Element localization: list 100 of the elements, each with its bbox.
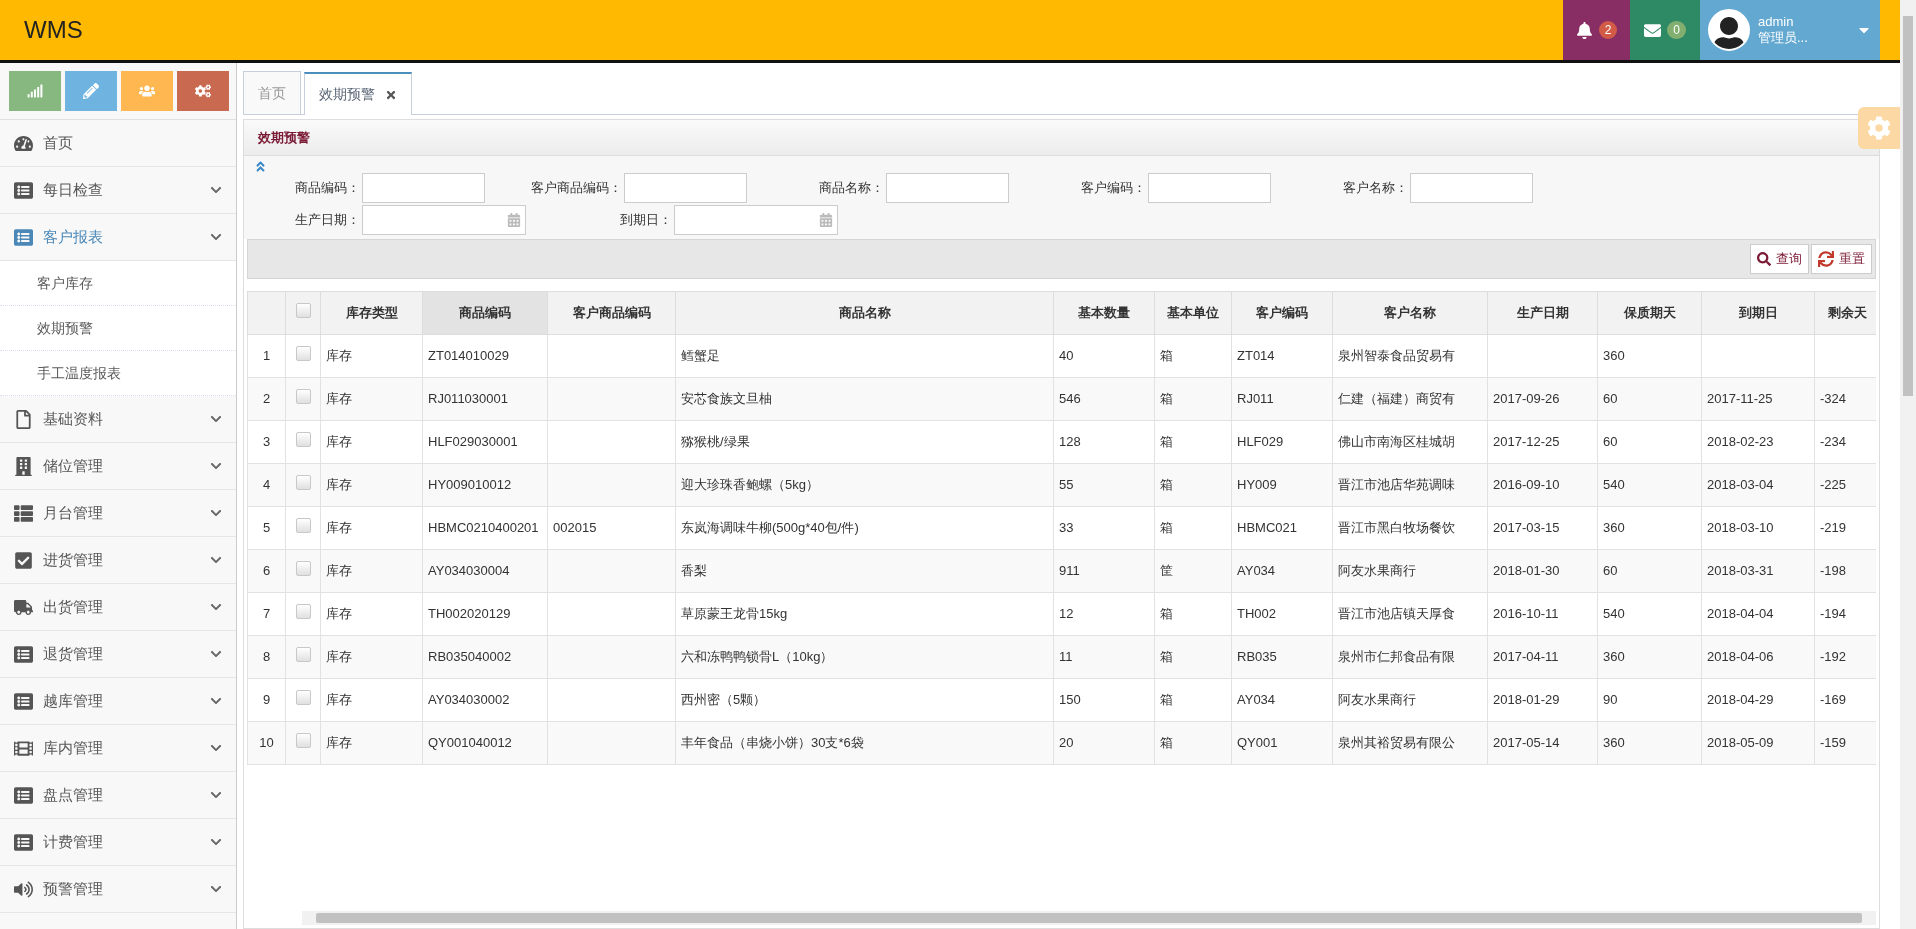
table-cell: 60	[1597, 377, 1702, 421]
table-row[interactable]: 3 库存 HLF029030001 猕猴桃/绿果 128 箱 HLF029 佛山市南海区桂城胡 2017-12-25 60 2018-02-23 -234	[247, 420, 1876, 464]
search-button[interactable]: 查询	[1750, 244, 1809, 274]
sidebar-subitem[interactable]: 客户库存	[0, 261, 236, 306]
table-cell: 库存	[320, 678, 423, 722]
sidebar-item[interactable]: 盘点管理	[0, 772, 236, 819]
filter-input[interactable]	[362, 173, 485, 203]
checkbox[interactable]	[295, 689, 311, 705]
table-cell: RB035040002	[422, 635, 548, 679]
table-cell: 150	[1053, 678, 1155, 722]
chevron-icon	[210, 648, 222, 660]
sidebar-item[interactable]: 储位管理	[0, 443, 236, 490]
user-name: admin	[1758, 14, 1794, 30]
checkbox[interactable]	[295, 732, 311, 748]
sidebar-item[interactable]: 预警管理	[0, 866, 236, 913]
sidebar-item[interactable]: 退货管理	[0, 631, 236, 678]
reset-button[interactable]: 重置	[1811, 244, 1872, 274]
search-icon	[1757, 252, 1771, 266]
filter-label: 商品编码：	[294, 179, 361, 198]
settings-button[interactable]	[1858, 107, 1900, 149]
chevron-icon	[210, 460, 222, 472]
filter-input[interactable]	[1148, 173, 1271, 203]
checkbox[interactable]	[295, 646, 311, 662]
shortcut-button[interactable]	[121, 71, 173, 111]
column-header[interactable]: 库存类型	[320, 291, 423, 335]
table-cell: 泉州市仁邦食品有限	[1332, 635, 1488, 679]
close-icon[interactable]	[385, 88, 397, 101]
sidebar-subitem[interactable]: 效期预警	[0, 306, 236, 351]
table-cell: 猕猴桃/绿果	[675, 420, 1054, 464]
table-row[interactable]: 4 库存 HY009010012 迎大珍珠香鲍螺（5kg） 55 箱 HY009 晋江市池店华苑调味 2016-09-10 540 2018-03-04 -225	[247, 463, 1876, 507]
checkbox[interactable]	[295, 603, 311, 619]
tab[interactable]: 效期预警	[304, 72, 412, 115]
column-header[interactable]: 商品编码	[422, 291, 548, 335]
table-cell: 60	[1597, 549, 1702, 593]
table-row[interactable]: 1 库存 ZT014010029 鳕蟹足 40 箱 ZT014 泉州智泰食品贸易有 360	[247, 334, 1876, 378]
column-header[interactable]: 商品名称	[675, 291, 1054, 335]
sidebar-label: 储位管理	[43, 455, 103, 476]
table-cell: 2016-09-10	[1487, 463, 1598, 507]
chevron-icon	[210, 789, 222, 801]
settings-icon	[1867, 116, 1891, 140]
table-cell: 2017-03-15	[1487, 506, 1598, 550]
table-cell: 2018-04-29	[1701, 678, 1815, 722]
sidebar-subitem[interactable]: 手工温度报表	[0, 351, 236, 396]
checkbox[interactable]	[295, 474, 311, 490]
chevron-icon	[210, 184, 222, 196]
filter-input[interactable]	[624, 173, 747, 203]
table-row[interactable]: 10 库存 QY001040012 丰年食品（串烧小饼）30支*6袋 20 箱 QY001 泉州其裕贸易有限公 2017-05-14 360 2018-05-09 -159	[247, 721, 1876, 765]
shortcut-button[interactable]	[177, 71, 229, 111]
sidebar-item[interactable]: 首页	[0, 120, 236, 167]
sidebar-item[interactable]: 出货管理	[0, 584, 236, 631]
table-cell: 2018-03-04	[1701, 463, 1815, 507]
sidebar-label: 月台管理	[43, 502, 103, 523]
column-header[interactable]: 基本数量	[1053, 291, 1155, 335]
sidebar-item[interactable]: 进货管理	[0, 537, 236, 584]
pencil-icon	[83, 83, 99, 99]
checkbox[interactable]	[295, 560, 311, 576]
table-cell: TH002	[1231, 592, 1333, 636]
chevron-icon	[210, 413, 222, 425]
date-field[interactable]	[362, 205, 526, 235]
column-header[interactable]: 客户编码	[1231, 291, 1333, 335]
table-cell: 箱	[1154, 592, 1232, 636]
sidebar-item[interactable]: 库内管理	[0, 725, 236, 772]
table-row[interactable]: 8 库存 RB035040002 六和冻鸭鸭锁骨L（10kg） 11 箱 RB035 泉州市仁邦食品有限 2017-04-11 360 2018-04-06 -192	[247, 635, 1876, 679]
table-row[interactable]: 9 库存 AY034030002 西州密（5颗） 150 箱 AY034 阿友水果商行 2018-01-29 90 2018-04-29 -169	[247, 678, 1876, 722]
table-row[interactable]: 2 库存 RJ011030001 安芯食族文旦柚 546 箱 RJ011 仁建（福建）商贸有 2017-09-26 60 2017-11-25 -324	[247, 377, 1876, 421]
notifications-button[interactable]: 2	[1563, 0, 1630, 60]
table-row[interactable]: 7 库存 TH002020129 草原蒙王龙骨15kg 12 箱 TH002 晋江市池店镇天厚食 2016-10-11 540 2018-04-04 -194	[247, 592, 1876, 636]
table-cell: 2017-04-11	[1487, 635, 1598, 679]
sidebar-item[interactable]: 计费管理	[0, 819, 236, 866]
checkbox[interactable]	[295, 517, 311, 533]
checkbox[interactable]	[295, 345, 311, 361]
column-header[interactable]: 保质期天	[1597, 291, 1702, 335]
table-row[interactable]: 5 库存 HBMC0210400201 002015 东岚海调味牛柳(500g*40包/件) 33 箱 HBMC021 晋江市黑白牧场餐饮 2017-03-15 360 2018-03-10 -219	[247, 506, 1876, 550]
sidebar-item[interactable]: 越库管理	[0, 678, 236, 725]
date-field[interactable]	[674, 205, 838, 235]
row-number: 8	[247, 635, 286, 679]
table-cell: 迎大珍珠香鲍螺（5kg）	[675, 463, 1054, 507]
film-icon	[14, 738, 33, 758]
checkbox[interactable]	[295, 431, 311, 447]
shortcut-button[interactable]	[9, 71, 61, 111]
column-header[interactable]: 客户商品编码	[547, 291, 676, 335]
checkbox[interactable]	[295, 302, 311, 318]
column-header[interactable]: 到期日	[1701, 291, 1815, 335]
vertical-scrollbar[interactable]	[1900, 0, 1916, 929]
sidebar-item[interactable]: 月台管理	[0, 490, 236, 537]
filter-input[interactable]	[886, 173, 1009, 203]
checkbox[interactable]	[295, 388, 311, 404]
calendar-icon[interactable]	[507, 213, 521, 227]
shortcut-button[interactable]	[65, 71, 117, 111]
column-header[interactable]: 生产日期	[1487, 291, 1598, 335]
table-row[interactable]: 6 库存 AY034030004 香梨 911 筐 AY034 阿友水果商行 2018-01-30 60 2018-03-31 -198	[247, 549, 1876, 593]
filter-input[interactable]	[1410, 173, 1533, 203]
sidebar-item[interactable]: 基础资料	[0, 396, 236, 443]
horizontal-scrollbar[interactable]	[302, 911, 1876, 925]
column-header[interactable]: 剩余天	[1814, 291, 1876, 335]
table-cell: HLF029030001	[422, 420, 548, 464]
column-header[interactable]: 客户名称	[1332, 291, 1488, 335]
column-header[interactable]: 基本单位	[1154, 291, 1232, 335]
collapse-icon[interactable]	[254, 160, 267, 173]
calendar-icon[interactable]	[819, 213, 833, 227]
